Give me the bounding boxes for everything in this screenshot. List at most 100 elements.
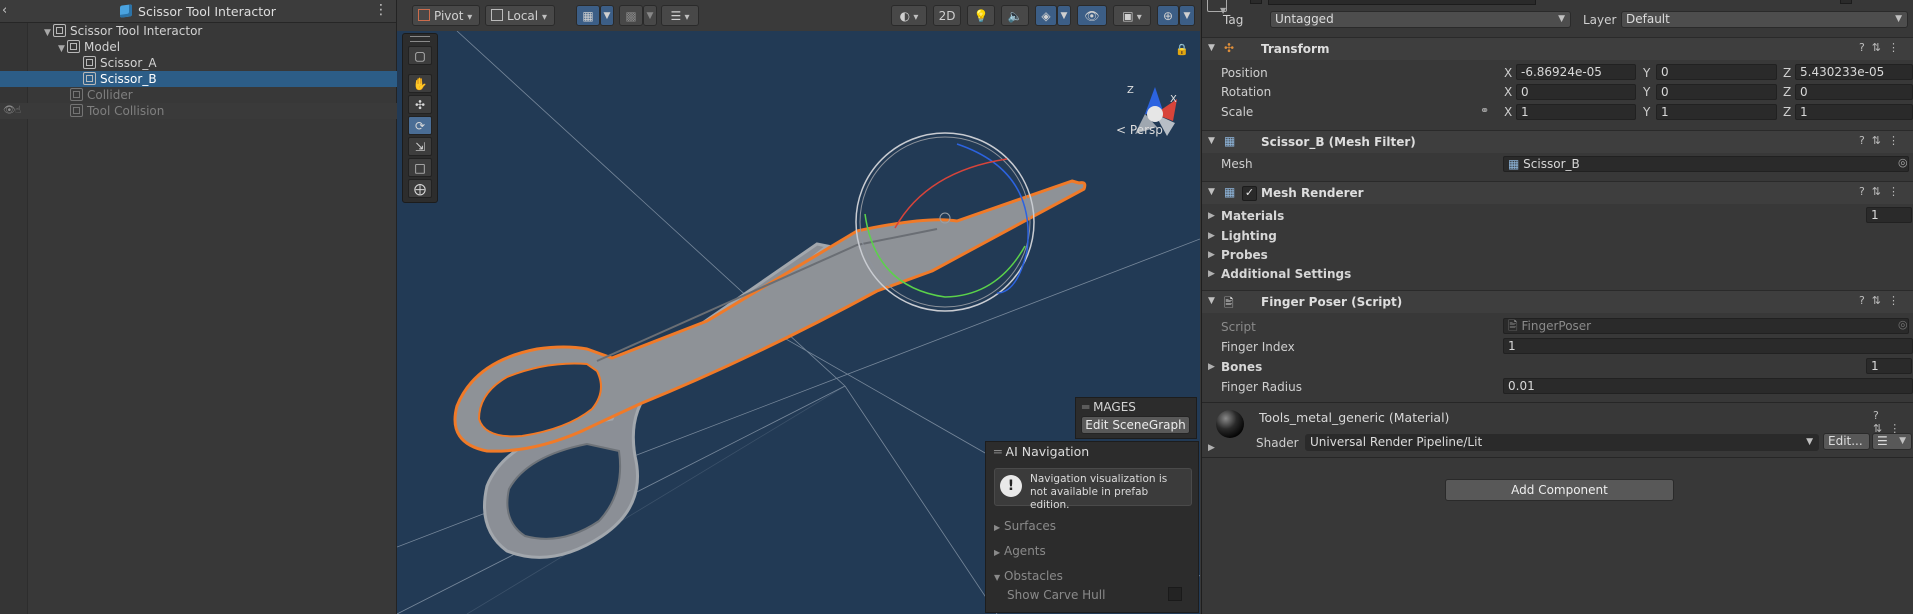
kebab-icon[interactable]: ⋮ [1888,185,1906,198]
position-y-field[interactable]: 0 [1656,64,1777,80]
finger-index-field[interactable]: 1 [1503,338,1913,354]
kebab-icon[interactable]: ⋮ [374,2,388,18]
layer-dropdown[interactable]: Default ▼ [1621,11,1908,28]
drag-handle-icon[interactable] [410,36,430,42]
effects-dropdown-icon[interactable]: ▼ [1057,5,1071,26]
gizmos-toggle-icon[interactable]: ⊕ [1157,5,1179,26]
help-icon[interactable]: ? [1859,41,1872,54]
obstacles-foldout[interactable]: ▼ Obstacles [994,569,1063,583]
hand-tool-icon[interactable]: ✋ [408,74,432,93]
foldout-triangle-icon[interactable]: ▶ [1208,362,1215,372]
name-field[interactable] [1268,0,1536,5]
effects-toggle-icon[interactable]: ◈ [1035,5,1057,26]
help-icon[interactable]: ? [1873,409,1886,422]
lock-icon[interactable]: 🔒 [1175,43,1189,56]
constrain-proportions-icon[interactable]: ⚭ [1480,104,1489,117]
position-x-field[interactable]: -6.86924e-05 [1516,64,1636,80]
persp-toggle[interactable]: < Persp [1116,123,1163,137]
lighting-toggle-icon[interactable]: 💡 [967,5,995,26]
transform-header[interactable]: ▼ ✣ Transform ?⇅⋮ [1202,37,1913,60]
lighting-foldout[interactable]: Lighting [1221,229,1277,243]
ai-navigation-title[interactable]: ═ AI Navigation [994,444,1089,459]
foldout-triangle-icon[interactable]: ▶ [1208,443,1215,453]
preset-icon[interactable]: ⇅ [1872,41,1888,54]
help-icon[interactable]: ? [1859,185,1872,198]
finger-poser-header[interactable]: ▼ 🖹 Finger Poser (Script) ?⇅⋮ [1202,290,1913,313]
component-header-icons[interactable]: ?⇅⋮ [1859,185,1906,198]
hierarchy-row-model[interactable]: ▼ Model [0,39,454,55]
mesh-filter-header[interactable]: ▼ ▦ Scissor_B (Mesh Filter) ?⇅⋮ [1202,130,1913,153]
audio-toggle-icon[interactable]: 🔈 [1001,5,1029,26]
kebab-icon[interactable]: ⋮ [1888,294,1906,307]
edit-scenegraph-button[interactable]: Edit SceneGraph [1081,416,1190,434]
drag-handle-icon[interactable]: ═ [994,444,1002,459]
move-tool-icon[interactable]: ✣ [408,95,432,114]
drag-handle-icon[interactable]: ═ [1082,400,1089,414]
mages-title[interactable]: ═ MAGES [1082,400,1136,414]
rect-tool-icon[interactable]: □ [408,158,432,177]
preset-icon[interactable]: ⇅ [1872,185,1888,198]
rotation-z-field[interactable]: 0 [1795,84,1913,100]
shader-edit-button[interactable]: Edit... [1823,433,1870,450]
shader-dropdown[interactable]: Universal Render Pipeline/Lit ▼ [1305,434,1819,451]
materials-count-field[interactable]: 1 [1866,207,1912,223]
2d-toggle-button[interactable]: 2D [933,5,961,26]
tag-dropdown[interactable]: Untagged ▼ [1270,11,1571,28]
agents-foldout[interactable]: ▶ Agents [994,544,1046,558]
mesh-renderer-enabled-checkbox[interactable]: ✓ [1242,186,1257,201]
rotation-y-field[interactable]: 0 [1656,84,1777,100]
bones-foldout[interactable]: Bones [1221,360,1262,374]
preset-icon[interactable]: ⇅ [1872,294,1888,307]
grid-visibility-icon[interactable]: ▩ [619,5,643,26]
scale-x-field[interactable]: 1 [1516,104,1636,120]
scale-z-field[interactable]: 1 [1795,104,1913,120]
scene-visibility-icon[interactable]: 👁 [1077,5,1107,26]
pivot-dropdown[interactable]: Pivot [412,5,480,26]
local-dropdown[interactable]: Local [485,5,555,26]
foldout-triangle-icon[interactable]: ▼ [1208,296,1215,306]
component-header-icons[interactable]: ?⇅⋮ [1859,294,1906,307]
rotate-tool-icon[interactable]: ⟳ [408,116,432,135]
mesh-renderer-header[interactable]: ▼ ▦ ✓ Mesh Renderer ?⇅⋮ [1202,181,1913,204]
material-header-icons[interactable]: ?⇅⋮ [1873,409,1913,435]
foldout-triangle-icon[interactable]: ▶ [1208,269,1215,279]
help-icon[interactable]: ? [1859,294,1872,307]
kebab-icon[interactable]: ⋮ [1888,41,1906,54]
foldout-triangle-icon[interactable]: ▼ [1208,43,1215,53]
scale-tool-icon[interactable]: ⇲ [408,137,432,156]
position-z-field[interactable]: 5.430233e-05 [1795,64,1913,80]
grid-snap-icon[interactable]: ▦ [576,5,600,26]
active-checkbox[interactable] [1250,0,1262,4]
draw-mode-icon[interactable]: ◐ [891,5,927,26]
probes-foldout[interactable]: Probes [1221,248,1268,262]
bones-count-field[interactable]: 1 [1866,358,1912,374]
preset-icon[interactable]: ⇅ [1872,134,1888,147]
component-header-icons[interactable]: ?⇅⋮ [1859,41,1906,54]
increment-snap-icon[interactable]: ☰ [661,5,699,26]
help-icon[interactable]: ? [1859,134,1872,147]
foldout-triangle-icon[interactable]: ▶ [1208,231,1215,241]
foldout-triangle-icon[interactable]: ▶ [1208,250,1215,260]
show-carve-hull-checkbox[interactable] [1168,587,1182,601]
foldout-triangle-icon[interactable]: ▶ [1208,211,1215,221]
finger-radius-field[interactable]: 0.01 [1503,378,1913,394]
grid-snap-dropdown-icon[interactable]: ▼ [600,5,614,26]
view-tool-icon[interactable]: ▢ [408,46,432,65]
pick-disabled-icon[interactable]: ☝ [15,103,21,119]
gizmos-dropdown-icon[interactable]: ▼ [1179,5,1195,26]
camera-settings-icon[interactable]: ▣ [1113,5,1151,26]
foldout-triangle-icon[interactable]: ▼ [1208,136,1215,146]
foldout-triangle-icon[interactable]: ▼ [1208,187,1215,197]
surfaces-foldout[interactable]: ▶ Surfaces [994,519,1056,533]
grid-visibility-dropdown-icon[interactable]: ▼ [643,5,657,26]
mesh-object-field[interactable]: ▦ Scissor_B [1503,156,1909,172]
scale-y-field[interactable]: 1 [1656,104,1777,120]
add-component-button[interactable]: Add Component [1445,479,1674,501]
materials-foldout[interactable]: Materials [1221,209,1284,223]
rotation-x-field[interactable]: 0 [1516,84,1636,100]
transform-tool-icon[interactable]: ⨁ [408,179,432,198]
component-header-icons[interactable]: ?⇅⋮ [1859,134,1906,147]
static-checkbox[interactable] [1840,0,1852,4]
shader-options-dropdown[interactable]: ☰ ▼ [1872,433,1912,450]
hidden-eye-icon[interactable]: 👁 [3,103,16,119]
